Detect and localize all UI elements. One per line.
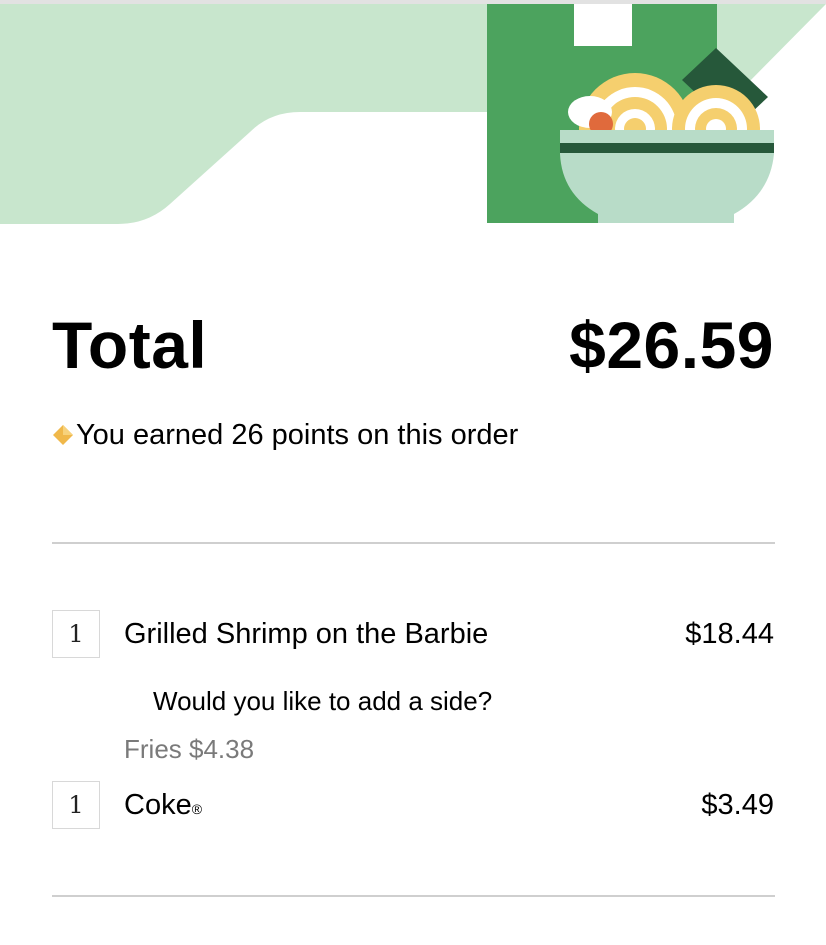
item-price: $18.44 <box>685 618 774 650</box>
points-earned: You earned 26 points on this order <box>52 417 518 453</box>
total-label: Total <box>52 308 208 382</box>
hero-banner <box>0 4 826 224</box>
order-total-row: Total $26.59 <box>52 305 774 385</box>
item-option-value: Fries $4.38 <box>124 734 255 764</box>
order-item: 1 Grilled Shrimp on the Barbie $18.44 <box>52 610 774 660</box>
divider <box>52 542 775 544</box>
order-item: 1 Coke® $3.49 <box>52 781 774 831</box>
item-price: $3.49 <box>701 789 774 821</box>
diamond-icon <box>53 425 73 445</box>
registered-mark: ® <box>191 801 203 817</box>
divider <box>52 895 775 897</box>
item-option-question: Would you like to add a side? <box>153 686 493 716</box>
points-text: You earned 26 points on this order <box>76 419 519 451</box>
total-amount: $26.59 <box>569 308 774 382</box>
item-quantity: 1 <box>52 781 100 829</box>
item-name: Grilled Shrimp on the Barbie <box>124 618 489 650</box>
item-quantity: 1 <box>52 610 100 658</box>
item-name-text: Coke <box>124 789 192 821</box>
hero-illustration <box>0 4 826 224</box>
item-name: Coke® <box>124 781 202 829</box>
